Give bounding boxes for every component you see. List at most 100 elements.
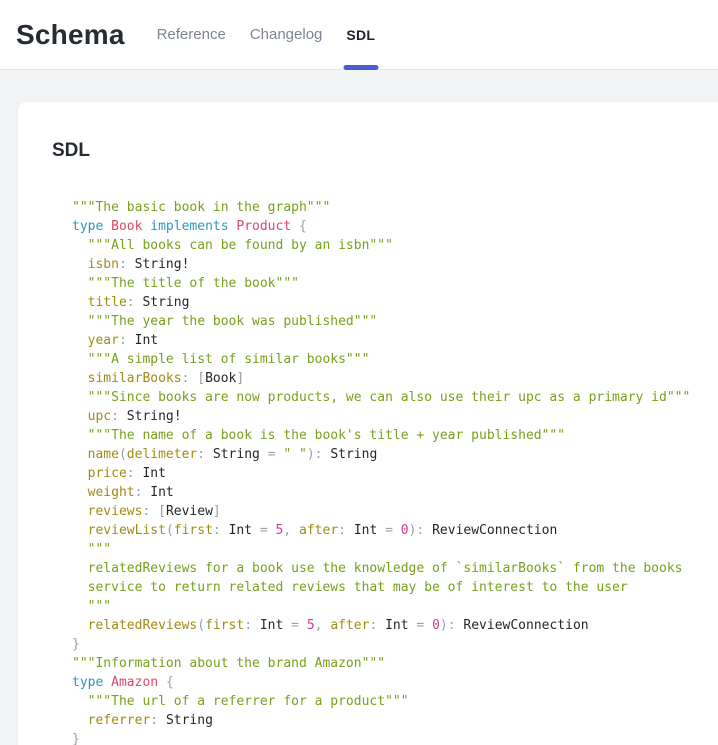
code-token-field: isbn — [88, 257, 119, 272]
page-body: SDL """The basic book in the graph""" typ… — [0, 70, 718, 745]
code-token-scalar: Int — [142, 466, 165, 481]
card-heading: SDL — [52, 141, 698, 160]
code-token-field: reviewList — [88, 523, 166, 538]
code-line: } — [72, 730, 698, 745]
code-line: """ — [72, 597, 698, 616]
code-token-punct: ( — [197, 618, 205, 633]
code-line: """The name of a book is the book's titl… — [72, 426, 698, 445]
tab-reference[interactable]: Reference — [145, 0, 238, 69]
code-token-punct: , — [315, 618, 331, 633]
code-token-scalar: String! — [127, 409, 182, 424]
code-token-scalar: String — [213, 447, 268, 462]
code-token-number: 0 — [432, 618, 440, 633]
code-line: """ — [72, 540, 698, 559]
code-token-punct: = — [416, 618, 432, 633]
code-token-comment: """The basic book in the graph""" — [72, 200, 330, 215]
code-line: upc: String! — [72, 407, 698, 426]
code-token-typename: Amazon — [111, 675, 166, 690]
code-line: isbn: String! — [72, 255, 698, 274]
code-token-comment: """ — [88, 599, 111, 614]
code-token-punct: : — [119, 333, 135, 348]
code-token-scalar: ReviewConnection — [432, 523, 557, 538]
code-token-typename: Product — [236, 219, 299, 234]
code-token-field: after — [299, 523, 338, 538]
code-token-comment: """Information about the brand Amazon""" — [72, 656, 385, 671]
tab-changelog[interactable]: Changelog — [238, 0, 335, 69]
code-token-punct: ): — [440, 618, 463, 633]
code-line: """The url of a referrer for a product""… — [72, 692, 698, 711]
code-line: weight: Int — [72, 483, 698, 502]
code-token-punct: : — [338, 523, 354, 538]
code-token-punct: = — [268, 447, 284, 462]
code-token-number: 0 — [401, 523, 409, 538]
code-token-punct: = — [260, 523, 276, 538]
code-token-field: first — [205, 618, 244, 633]
code-token-punct: ( — [166, 523, 174, 538]
tab-label: SDL — [346, 27, 375, 43]
code-line: service to return related reviews that m… — [72, 578, 698, 597]
code-token-punct: ): — [409, 523, 432, 538]
code-token-punct: = — [385, 523, 401, 538]
code-token-scalar: Int — [150, 485, 173, 500]
tabs: Reference Changelog SDL — [145, 0, 388, 69]
code-token-scalar: Int — [229, 523, 260, 538]
code-token-punct: { — [299, 219, 307, 234]
code-token-field: weight — [88, 485, 135, 500]
code-token-number: 5 — [307, 618, 315, 633]
code-token-field: referrer — [88, 713, 151, 728]
code-token-field: after — [330, 618, 369, 633]
code-token-comment: """The url of a referrer for a product""… — [88, 694, 409, 709]
code-token-punct: : — [127, 466, 143, 481]
code-token-field: delimeter — [127, 447, 197, 462]
code-token-punct: : [ — [182, 371, 205, 386]
code-token-field: reviews — [88, 504, 143, 519]
page-title: Schema — [16, 19, 125, 51]
code-token-comment: """All books can be found by an isbn""" — [88, 238, 393, 253]
code-token-punct: = — [291, 618, 307, 633]
code-line: """A simple list of similar books""" — [72, 350, 698, 369]
code-token-scalar: Int — [135, 333, 158, 348]
code-line: referrer: String — [72, 711, 698, 730]
code-token-punct: : — [111, 409, 127, 424]
code-token-comment: """The name of a book is the book's titl… — [88, 428, 565, 443]
code-line: type Book implements Product { — [72, 217, 698, 236]
code-token-punct: : — [127, 295, 143, 310]
code-token-punct: : — [369, 618, 385, 633]
code-token-comment: service to return related reviews that m… — [88, 580, 628, 595]
code-token-punct: : — [135, 485, 151, 500]
code-token-punct: ] — [236, 371, 244, 386]
code-token-scalar: String — [142, 295, 189, 310]
code-token-comment: """The title of the book""" — [88, 276, 299, 291]
code-token-scalar: ReviewConnection — [463, 618, 588, 633]
code-token-kw: type — [72, 675, 111, 690]
code-token-kw: implements — [150, 219, 236, 234]
code-line: """All books can be found by an isbn""" — [72, 236, 698, 255]
code-token-punct: : — [213, 523, 229, 538]
code-token-punct: : — [244, 618, 260, 633]
code-token-comment: relatedReviews for a book use the knowle… — [88, 561, 683, 576]
code-token-punct: } — [72, 732, 80, 745]
code-line: year: Int — [72, 331, 698, 350]
sdl-card: SDL """The basic book in the graph""" typ… — [18, 102, 718, 745]
code-token-scalar: String — [330, 447, 377, 462]
code-token-punct: , — [283, 523, 299, 538]
code-token-punct: { — [166, 675, 174, 690]
code-token-comment: """A simple list of similar books""" — [88, 352, 370, 367]
code-token-string: " " — [283, 447, 306, 462]
code-token-scalar: Int — [354, 523, 385, 538]
code-token-field: upc — [88, 409, 111, 424]
code-line: """Information about the brand Amazon""" — [72, 654, 698, 673]
tab-sdl[interactable]: SDL — [334, 0, 387, 69]
code-token-punct: : — [119, 257, 135, 272]
tab-label: Reference — [157, 26, 226, 43]
code-line: """The year the book was published""" — [72, 312, 698, 331]
sdl-code: """The basic book in the graph""" type Bo… — [72, 198, 698, 745]
code-token-field: first — [174, 523, 213, 538]
code-line: type Amazon { — [72, 673, 698, 692]
code-token-typename: Book — [111, 219, 150, 234]
code-token-punct: } — [72, 637, 80, 652]
active-tab-underline — [343, 65, 378, 70]
code-token-scalar: String — [166, 713, 213, 728]
code-line: } — [72, 635, 698, 654]
code-token-punct: ): — [307, 447, 330, 462]
